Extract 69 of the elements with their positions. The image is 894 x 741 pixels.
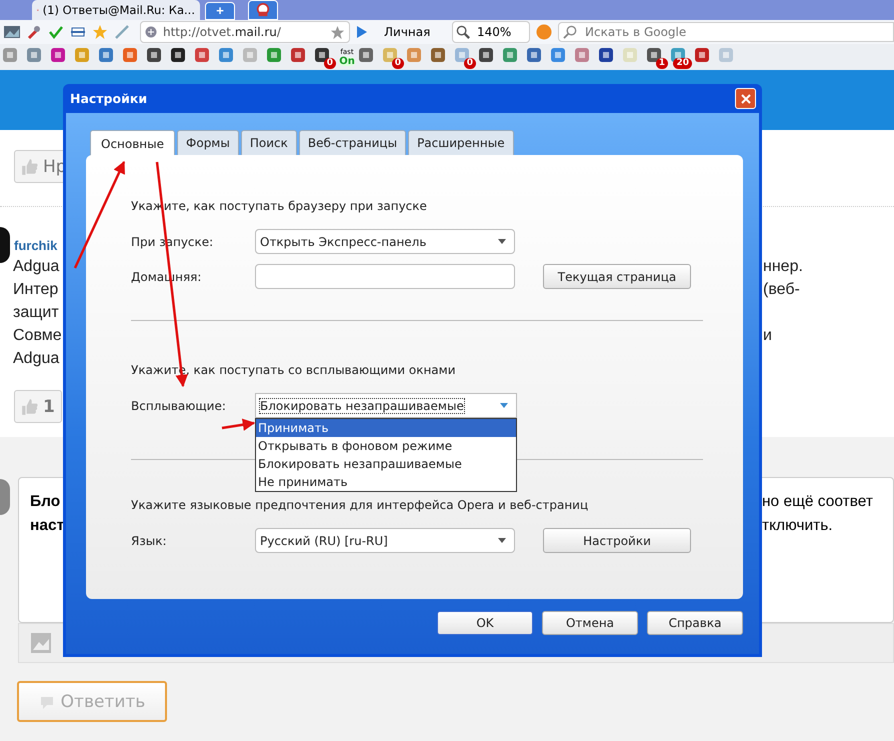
new-tab-button[interactable]: + bbox=[205, 2, 235, 20]
answer-text: ннер. bbox=[763, 257, 804, 277]
dropdown-option[interactable]: Блокировать незапрашиваемые bbox=[256, 455, 516, 473]
like-button[interactable]: 1 bbox=[14, 390, 62, 423]
count-badge: 0 bbox=[324, 58, 336, 69]
answer-draft-text: тключить. bbox=[762, 516, 834, 536]
avatar bbox=[0, 227, 10, 263]
play-icon[interactable] bbox=[356, 26, 368, 38]
count-badge: 1 bbox=[656, 58, 668, 69]
browser-tab[interactable]: (1) Ответы@Mail.Ru: Ка... bbox=[32, 0, 200, 20]
author-name[interactable]: furchik bbox=[14, 238, 58, 252]
close-icon bbox=[740, 94, 750, 104]
answer-text: Adgua bbox=[13, 349, 60, 369]
count-badge: 20 bbox=[673, 58, 692, 69]
settings-tab[interactable]: Формы bbox=[177, 130, 239, 155]
image-icon[interactable] bbox=[4, 26, 20, 38]
wrench-icon[interactable] bbox=[26, 24, 42, 40]
dropdown-option[interactable]: Не принимать bbox=[256, 473, 516, 491]
answer-text: защит bbox=[13, 303, 60, 323]
answer-draft-text: но ещё соответ bbox=[762, 492, 874, 512]
answer-text: и bbox=[763, 326, 773, 346]
settings-tab[interactable]: Основные bbox=[90, 130, 176, 157]
address-field[interactable]: http://otvet.mail.ru/ bbox=[140, 21, 350, 43]
settings-tab[interactable]: Поиск bbox=[240, 130, 297, 155]
field-label: Всплывающие: bbox=[131, 398, 227, 412]
search-icon bbox=[563, 25, 578, 40]
star-icon[interactable] bbox=[92, 24, 108, 40]
magnifier-icon bbox=[456, 24, 471, 40]
thumbs-up-icon bbox=[21, 158, 39, 176]
current-page-button[interactable]: Текущая страница bbox=[543, 264, 691, 289]
count-badge: 0 bbox=[392, 58, 404, 69]
dropdown-option[interactable]: Открывать в фоновом режиме bbox=[256, 437, 516, 455]
section-heading: Укажите языковые предпочтения для интерфейса Opera и веб-страниц bbox=[131, 498, 590, 514]
dialog-button[interactable]: Отмена bbox=[542, 611, 638, 635]
answer-draft-text: наст bbox=[30, 516, 64, 536]
startup-select[interactable]: Открыть Экспресс-панель bbox=[255, 229, 515, 254]
count-badge: 0 bbox=[464, 58, 476, 69]
dropdown-arrow-icon bbox=[500, 403, 508, 408]
settings-tab[interactable]: Расширенные bbox=[408, 130, 514, 155]
pen-icon[interactable] bbox=[114, 24, 130, 40]
spellcheck-icon[interactable] bbox=[48, 24, 64, 40]
answer-text: Совме bbox=[13, 326, 62, 346]
thumbs-up-icon bbox=[21, 398, 39, 416]
globe-icon bbox=[145, 26, 157, 38]
dropdown-arrow-icon bbox=[498, 538, 506, 543]
avatar bbox=[0, 479, 10, 515]
popups-select[interactable]: Блокировать незапрашиваемые bbox=[255, 393, 517, 418]
star-icon[interactable] bbox=[330, 24, 345, 40]
answer-text: Adgua bbox=[13, 257, 60, 277]
field-label: Язык: bbox=[131, 534, 168, 548]
answer-text: (веб- bbox=[763, 280, 801, 300]
browser-tab[interactable] bbox=[248, 0, 278, 20]
dialog-title: Настройки bbox=[70, 91, 148, 106]
answer-text: Интер bbox=[13, 280, 60, 300]
language-select[interactable]: Русский (RU) [ru-RU] bbox=[255, 528, 515, 553]
dropdown-option[interactable]: Принимать bbox=[256, 419, 516, 437]
close-button[interactable] bbox=[735, 88, 756, 109]
search-field[interactable]: Искать в Google bbox=[558, 22, 894, 42]
language-settings-button[interactable]: Настройки bbox=[543, 528, 691, 553]
zoom-field[interactable]: 140% bbox=[452, 21, 530, 43]
dropdown-arrow-icon bbox=[498, 239, 506, 244]
image-icon[interactable] bbox=[31, 633, 51, 653]
dialog-button[interactable]: Справка bbox=[647, 611, 743, 635]
homepage-field[interactable] bbox=[255, 264, 515, 289]
settings-tab[interactable]: Веб-страницы bbox=[298, 130, 406, 155]
dialog-button[interactable]: OK bbox=[437, 611, 533, 635]
speed-dial-label[interactable]: Личная bbox=[384, 25, 446, 39]
answer-draft-text: Бло bbox=[30, 492, 62, 512]
annotation-arrow bbox=[222, 418, 256, 431]
